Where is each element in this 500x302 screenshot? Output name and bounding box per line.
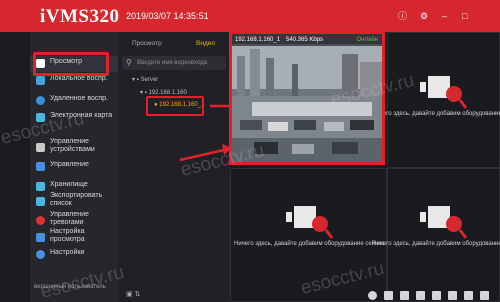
layout-icon[interactable] [400, 291, 409, 300]
video-toolbar [360, 290, 500, 302]
add-camera-icon[interactable] [286, 206, 334, 242]
play-icon[interactable] [448, 291, 457, 300]
channel-name: 192.168.1.160_1 [235, 36, 281, 43]
record-icon[interactable] [368, 291, 377, 300]
camera-feed-image [232, 34, 382, 162]
bitrate: 540.365 Kbps [286, 36, 324, 43]
live-video-cell[interactable]: 192.168.1.160_1 540.365 Kbps Онлайн [229, 31, 385, 165]
add-camera-icon[interactable] [420, 76, 468, 112]
split-icon[interactable] [384, 291, 393, 300]
fullscreen-icon[interactable] [480, 291, 489, 300]
stop-all-icon[interactable] [432, 291, 441, 300]
online-status: Онлайн [356, 36, 378, 43]
video-info-bar: 192.168.1.160_1 540.365 Kbps Онлайн [232, 34, 382, 46]
empty-cell-message: Ничего здесь, давайте добавим оборудован… [372, 241, 500, 247]
arrow-line [179, 148, 225, 162]
add-camera-icon[interactable] [420, 206, 468, 242]
empty-cell-message: Ничего здесь, давайте добавим оборудован… [234, 241, 385, 247]
snapshot-icon[interactable] [416, 291, 425, 300]
empty-cell-message: Ничего здесь, давайте добавим оборудован… [372, 111, 500, 117]
camera-list-icon[interactable] [464, 291, 473, 300]
